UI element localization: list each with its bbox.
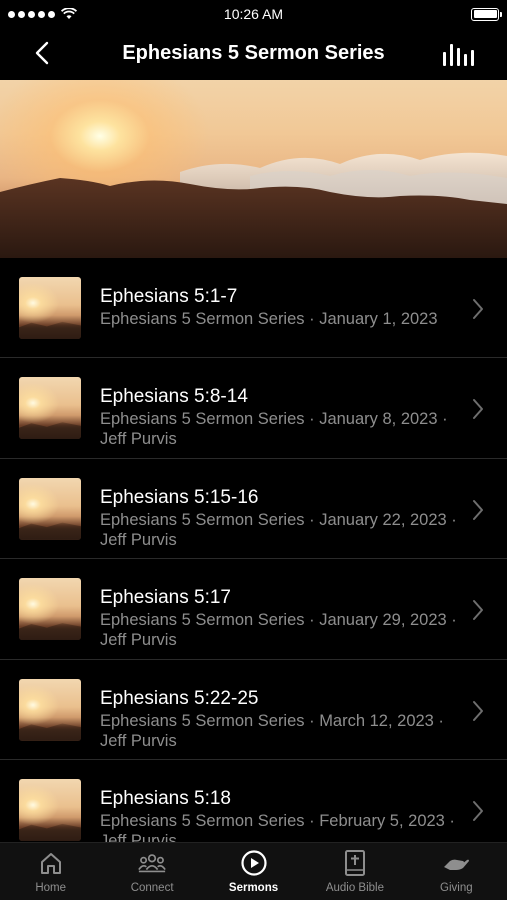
audio-bar-icon <box>457 48 460 66</box>
sermon-title: Ephesians 5:18 <box>100 787 231 809</box>
audio-bar-icon <box>464 54 467 66</box>
sermon-title: Ephesians 5:15-16 <box>100 486 259 508</box>
chevron-left-icon <box>35 41 49 65</box>
chevron-right-icon <box>473 399 483 420</box>
people-icon <box>138 854 166 873</box>
chevron-right-icon <box>473 499 483 520</box>
chevron-right-icon <box>473 700 483 721</box>
sermon-thumbnail <box>19 778 81 841</box>
battery-icon <box>471 7 502 21</box>
status-time: 10:26 AM <box>223 6 284 22</box>
tab-audio-bible[interactable]: Audio Bible <box>304 843 405 900</box>
tab-connect[interactable]: Connect <box>101 843 202 900</box>
sermon-list: Ephesians 5:1-7 Ephesians 5 Sermon Serie… <box>0 258 507 860</box>
tab-label: Sermons <box>228 882 279 894</box>
sermon-title: Ephesians 5:8-14 <box>100 386 248 408</box>
sermon-subtitle: Ephesians 5 Sermon Series · January 29, … <box>100 611 457 650</box>
sermon-row[interactable]: Ephesians 5:22-25 Ephesians 5 Sermon Ser… <box>0 660 507 760</box>
nav-bar: Ephesians 5 Sermon Series <box>0 28 507 78</box>
sermon-subtitle: Ephesians 5 Sermon Series · January 1, 2… <box>100 310 438 328</box>
sermon-thumbnail <box>19 477 81 540</box>
sermon-thumbnail <box>19 578 81 641</box>
mountain-silhouette <box>0 152 507 258</box>
bible-icon <box>344 850 365 876</box>
sermon-title: Ephesians 5:1-7 <box>100 286 238 307</box>
status-bar: 10:26 AM <box>0 0 507 28</box>
page-title: Ephesians 5 Sermon Series <box>122 41 385 64</box>
tab-label: Home <box>35 882 67 894</box>
audio-bar-icon <box>471 50 474 66</box>
back-button[interactable] <box>28 38 56 68</box>
tab-sermons[interactable]: Sermons <box>203 843 304 900</box>
chevron-right-icon <box>473 299 483 319</box>
sermon-title: Ephesians 5:17 <box>100 587 231 609</box>
sermon-subtitle: Ephesians 5 Sermon Series · March 12, 20… <box>100 711 444 750</box>
home-icon <box>40 853 61 874</box>
tab-home[interactable]: Home <box>0 843 101 900</box>
tab-label: Connect <box>130 882 174 894</box>
play-circle-icon <box>240 850 267 876</box>
sermon-row[interactable]: Ephesians 5:8-14 Ephesians 5 Sermon Seri… <box>0 358 507 459</box>
sermon-row[interactable]: Ephesians 5:1-7 Ephesians 5 Sermon Serie… <box>0 258 507 359</box>
sermon-thumbnail <box>19 277 81 339</box>
tab-giving[interactable]: Giving <box>406 843 507 900</box>
chevron-right-icon <box>473 600 483 621</box>
sermon-thumbnail <box>19 377 81 440</box>
series-hero-image <box>0 80 507 258</box>
tab-label: Giving <box>440 882 473 894</box>
audio-bar-icon <box>450 44 453 66</box>
audio-levels-button[interactable] <box>443 40 477 66</box>
sermon-thumbnail <box>19 678 81 741</box>
sermon-row[interactable]: Ephesians 5:15-16 Ephesians 5 Sermon Ser… <box>0 459 507 560</box>
tab-bar: Home Connect Sermons Audio Bible Giving <box>0 842 507 900</box>
sermon-subtitle: Ephesians 5 Sermon Series · January 22, … <box>100 510 457 549</box>
giving-hand-icon <box>444 859 470 870</box>
sermon-subtitle: Ephesians 5 Sermon Series · January 8, 2… <box>100 410 448 449</box>
sermon-row[interactable]: Ephesians 5:17 Ephesians 5 Sermon Series… <box>0 559 507 660</box>
chevron-right-icon <box>473 800 483 821</box>
audio-bar-icon <box>443 52 446 66</box>
tab-label: Audio Bible <box>325 882 385 894</box>
sermon-title: Ephesians 5:22-25 <box>100 687 259 709</box>
